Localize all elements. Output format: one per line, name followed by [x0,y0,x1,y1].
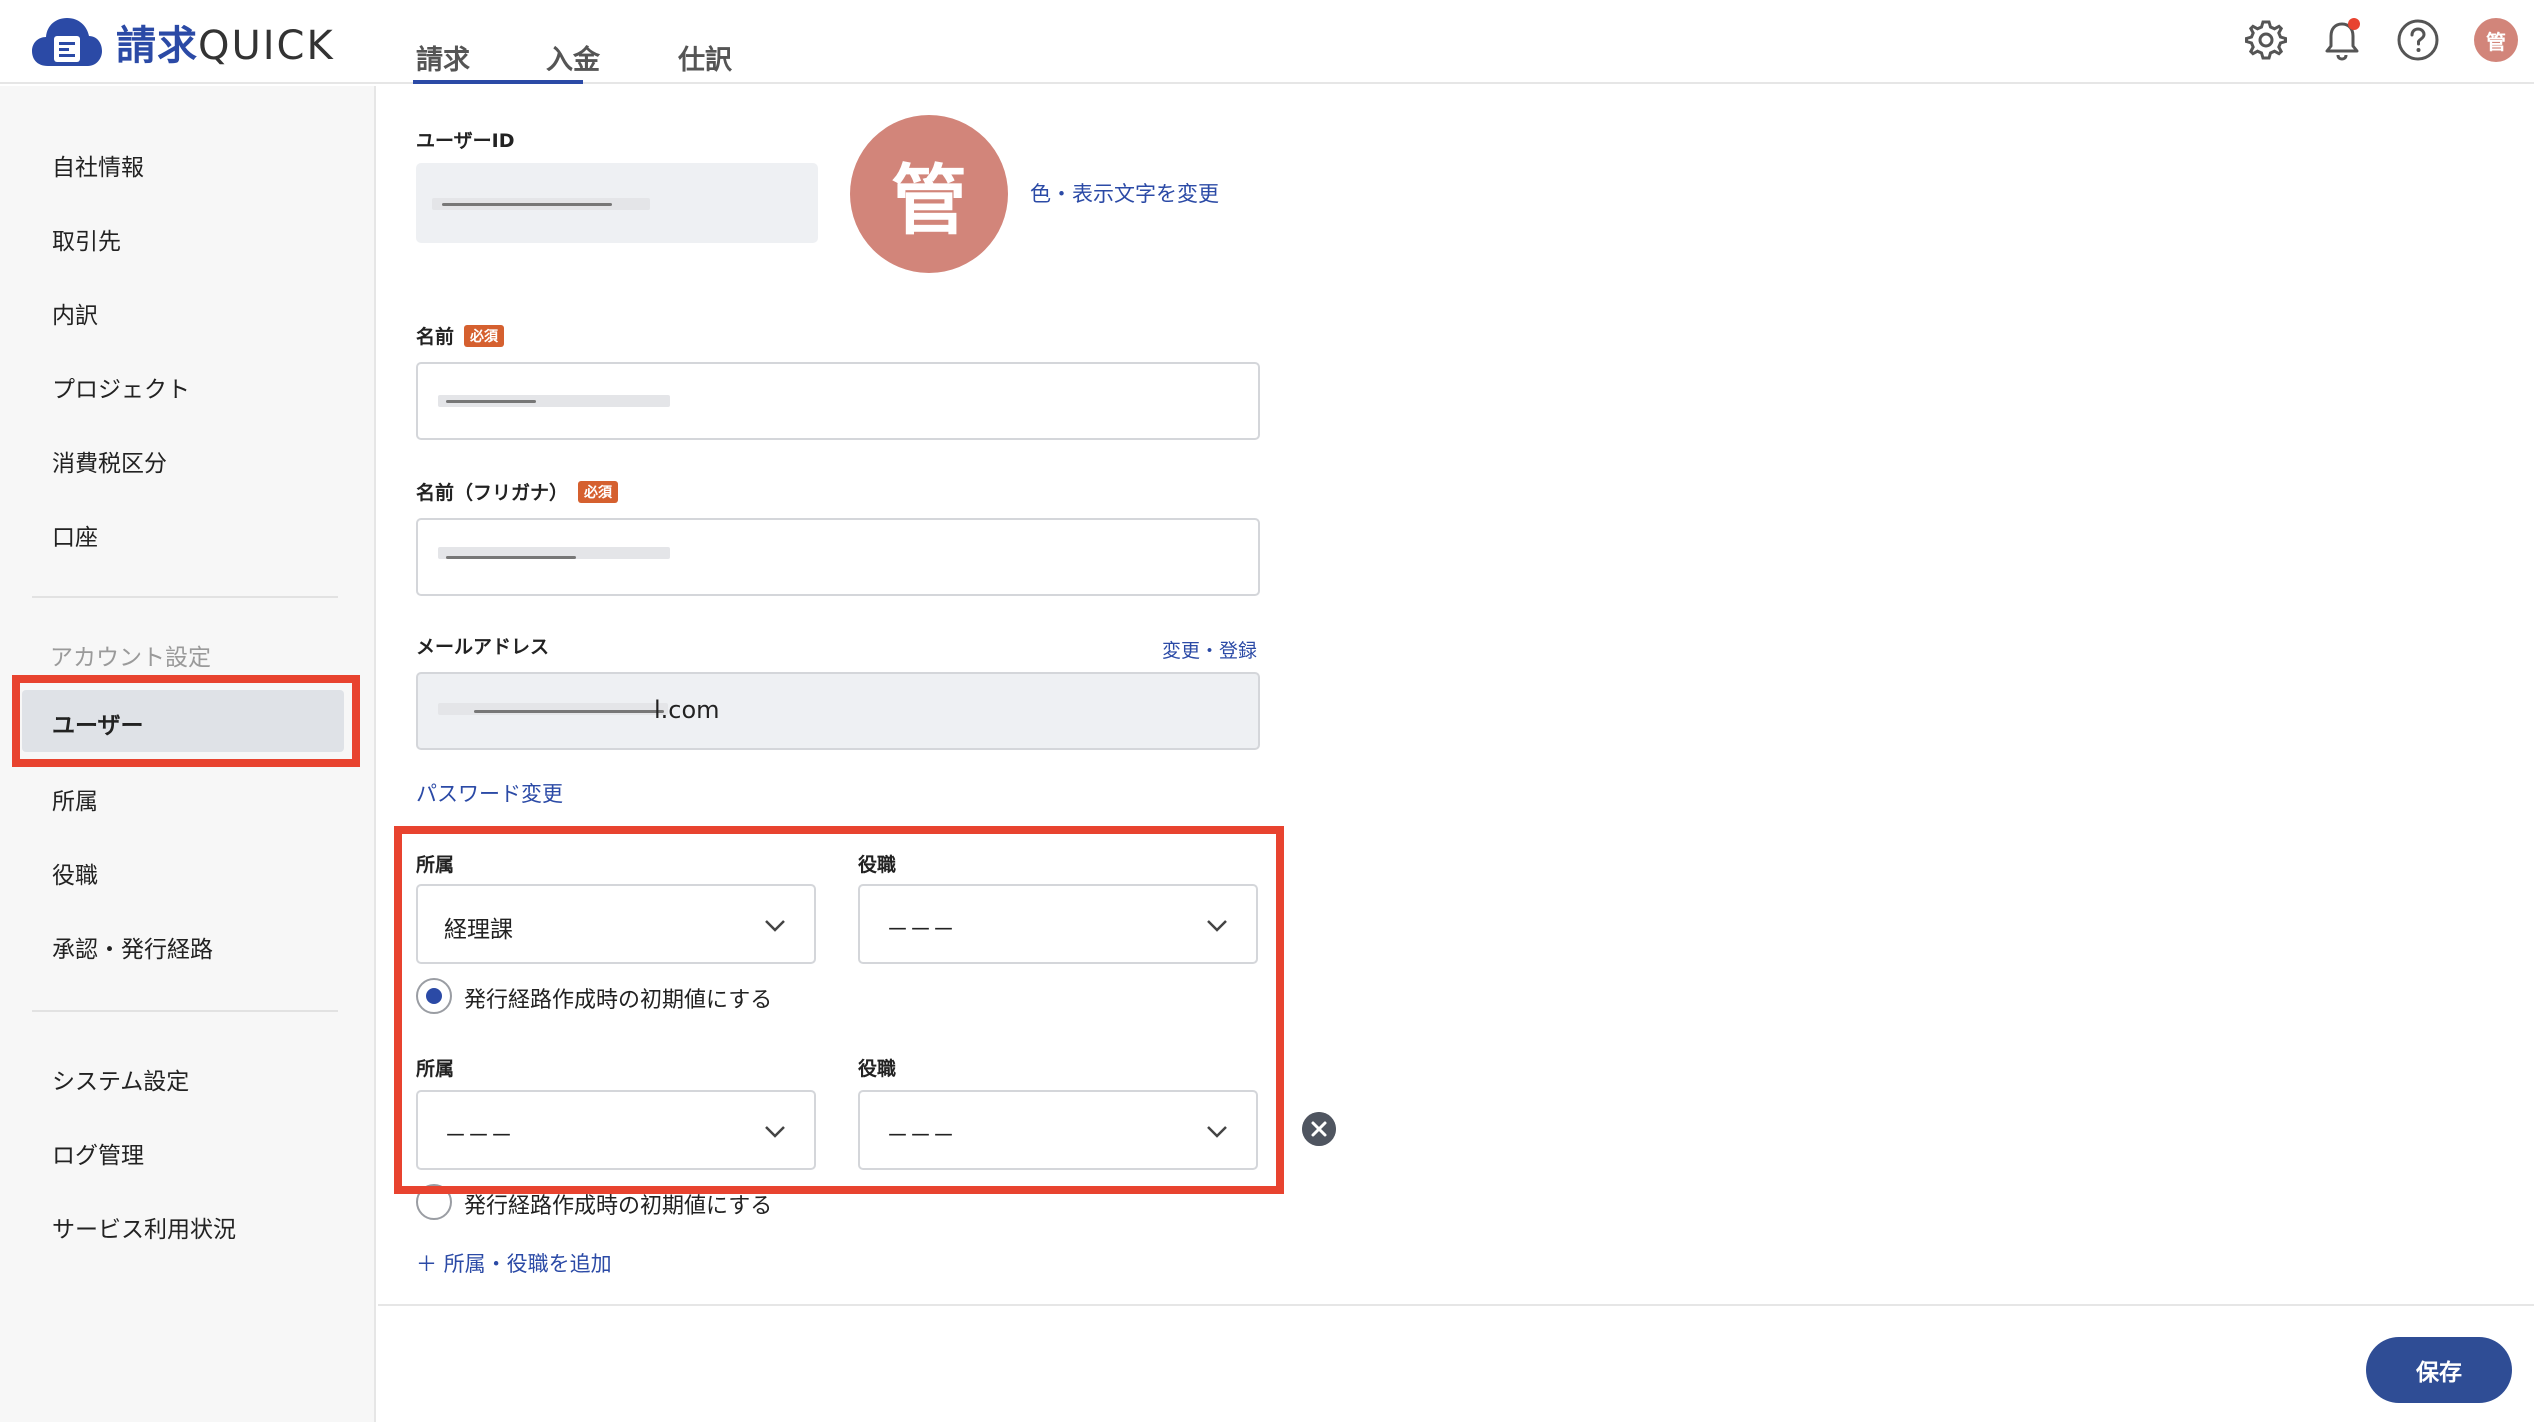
default-route-label: 発行経路作成時の初期値にする [464,1194,773,1219]
user-id-field [416,163,818,243]
logo-text-latin: QUICK [198,23,335,69]
app-header: 請求QUICK 請求 入金 仕訳 管 [0,0,2534,84]
email-field: l.com [416,672,1260,750]
add-assignment-link[interactable]: ＋ 所属・役職を追加 [416,1248,612,1278]
password-change-link[interactable]: パスワード変更 [416,778,563,808]
default-route-radio[interactable] [416,978,452,1014]
name-label-text: 名前 [416,326,455,348]
email-label: メールアドレス [416,636,550,658]
default-route-radio[interactable] [416,1184,452,1220]
name-kana-label-text: 名前（フリガナ） [416,482,569,504]
sidebar-item-roles[interactable]: 役職 [52,856,98,890]
department-select[interactable]: 経理課 [416,884,816,964]
change-avatar-link[interactable]: 色・表示文字を変更 [1030,178,1219,208]
app-logo[interactable]: 請求QUICK [30,14,335,70]
sidebar-item-company[interactable]: 自社情報 [52,148,144,182]
default-route-label: 発行経路作成時の初期値にする [464,988,773,1013]
redacted-text [438,703,668,715]
tab-payment[interactable]: 入金 [546,38,600,77]
user-avatar[interactable]: 管 [2474,18,2518,62]
redacted-text [446,556,576,559]
sidebar-item-tax-category[interactable]: 消費税区分 [52,444,167,478]
sidebar-item-bank-account[interactable]: 口座 [52,518,98,552]
role-select-value: －－－ [886,917,955,943]
department-label: 所属 [416,854,455,876]
sidebar-item-projects[interactable]: プロジェクト [52,370,190,404]
notification-dot [2348,18,2360,30]
name-label: 名前 必須 [416,322,505,349]
chevron-down-icon [765,920,785,932]
role-select[interactable]: －－－ [858,1090,1258,1170]
role-label: 役職 [858,1058,897,1080]
sidebar-item-breakdown[interactable]: 内訳 [52,296,98,330]
tab-journal[interactable]: 仕訳 [678,38,732,77]
sidebar-item-service-usage[interactable]: サービス利用状況 [52,1210,236,1244]
chevron-down-icon [1207,920,1227,932]
remove-assignment-button[interactable] [1302,1112,1336,1146]
sidebar-item-system-settings[interactable]: システム設定 [52,1062,189,1096]
email-value: l.com [654,696,720,724]
email-change-link[interactable]: 変更・登録 [1162,636,1257,663]
role-select[interactable]: －－－ [858,884,1258,964]
redacted-text [446,400,536,403]
department-select-value: －－－ [444,1123,513,1149]
name-input[interactable] [416,362,1260,440]
role-label: 役職 [858,854,897,876]
required-badge: 必須 [578,481,619,503]
bell-icon[interactable] [2318,16,2366,64]
sidebar-item-log-management[interactable]: ログ管理 [52,1136,144,1170]
help-icon[interactable] [2394,16,2442,64]
logo-text: 請求 [116,23,198,69]
name-kana-input[interactable] [416,518,1260,596]
department-label: 所属 [416,1058,455,1080]
save-button[interactable]: 保存 [2366,1337,2512,1403]
redacted-text [442,203,612,206]
role-select-value: －－－ [886,1123,955,1149]
name-kana-label: 名前（フリガナ） 必須 [416,478,619,505]
sidebar-divider [32,1010,338,1012]
tab-invoice[interactable]: 請求 [416,38,470,77]
department-select-value: 経理課 [444,917,513,943]
sidebar-section-account-settings: アカウント設定 [50,645,211,671]
sidebar-item-clients[interactable]: 取引先 [52,222,121,256]
cloud-document-icon [32,18,102,66]
active-tab-indicator [413,80,583,84]
sidebar-item-approval-route[interactable]: 承認・発行経路 [52,930,213,964]
chevron-down-icon [765,1126,785,1138]
user-id-label: ユーザーID [416,130,515,152]
sidebar-item-users[interactable]: ユーザー [52,706,144,740]
gear-icon[interactable] [2242,16,2290,64]
sidebar-divider [32,596,338,598]
sidebar-item-departments[interactable]: 所属 [52,782,98,816]
user-avatar-large: 管 [850,115,1008,273]
chevron-down-icon [1207,1126,1227,1138]
footer-divider [378,1304,2534,1306]
department-select[interactable]: －－－ [416,1090,816,1170]
required-badge: 必須 [464,325,505,347]
redacted-text [474,710,664,713]
